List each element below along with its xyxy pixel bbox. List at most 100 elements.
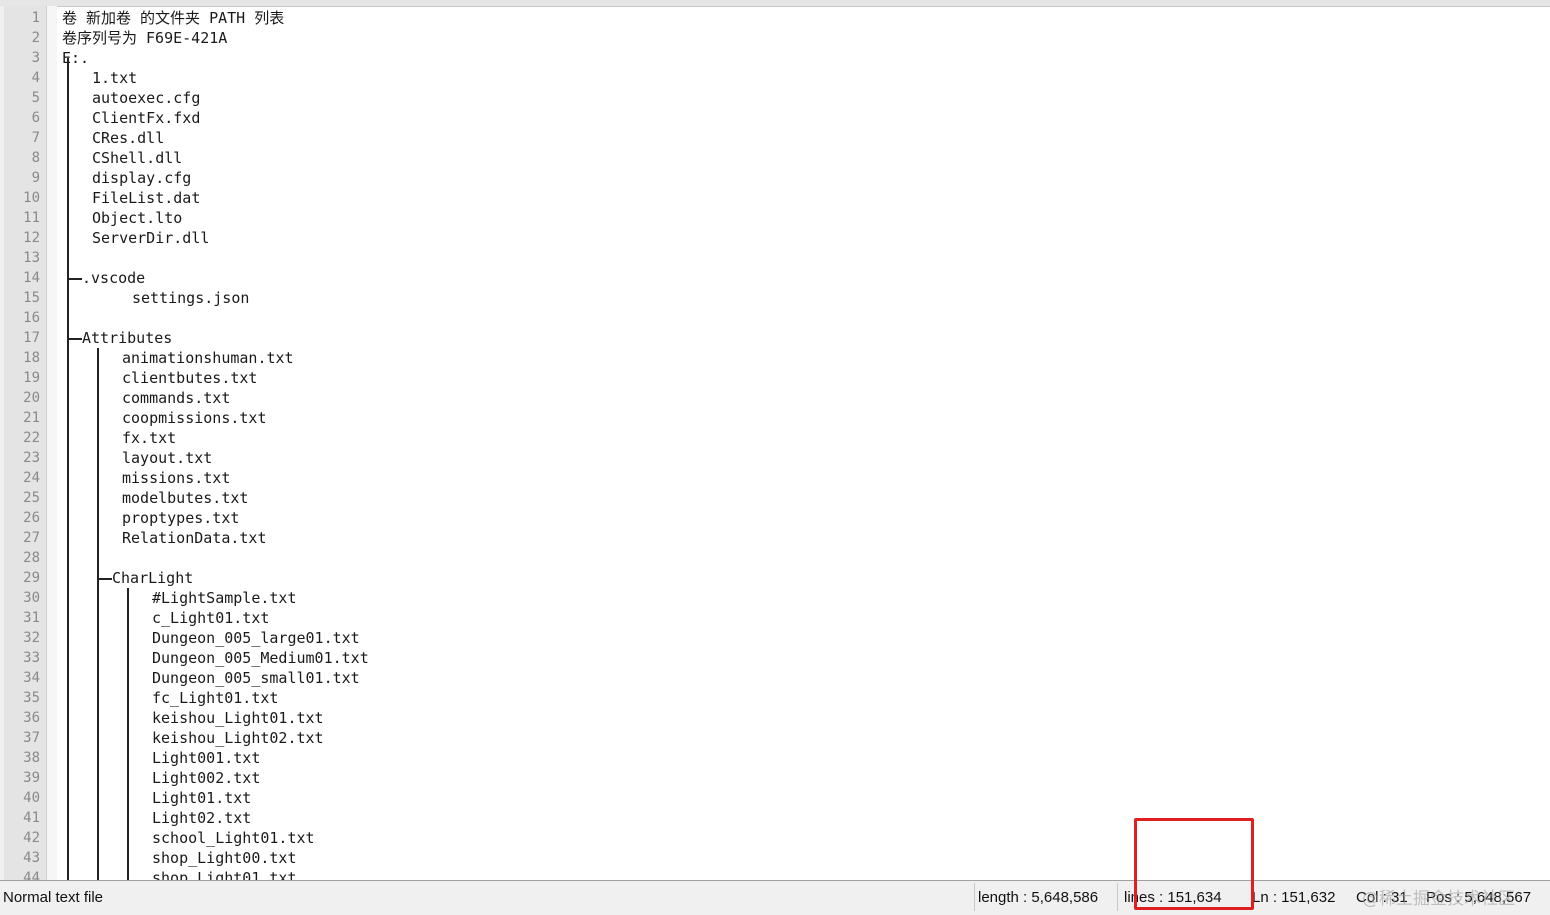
line-text[interactable]: modelbutes.txt [122, 488, 248, 508]
line-text[interactable]: FileList.dat [92, 188, 200, 208]
line-text[interactable]: Attributes [82, 328, 172, 348]
line-text[interactable]: 卷 新加卷 的文件夹 PATH 列表 [62, 8, 284, 28]
editor-line[interactable]: 33 Dungeon_005_Medium01.txt [0, 648, 1550, 668]
line-text[interactable]: animationshuman.txt [122, 348, 294, 368]
line-text[interactable]: .vscode [82, 268, 145, 288]
line-text[interactable]: school_Light01.txt [152, 828, 315, 848]
line-text[interactable]: proptypes.txt [122, 508, 239, 528]
editor-line[interactable]: 7 CRes.dll [0, 128, 1550, 148]
line-number: 43 [23, 850, 40, 866]
editor-line[interactable]: 27 RelationData.txt [0, 528, 1550, 548]
line-text[interactable]: ClientFx.fxd [92, 108, 200, 128]
line-text[interactable]: Object.lto [92, 208, 182, 228]
line-text[interactable]: #LightSample.txt [152, 588, 297, 608]
line-text[interactable]: shop_Light01.txt [152, 868, 297, 880]
editor-line[interactable]: 2 卷序列号为 F69E-421A [0, 28, 1550, 48]
editor-line[interactable]: 17 Attributes [0, 328, 1550, 348]
line-text[interactable]: 卷序列号为 F69E-421A [62, 28, 227, 48]
line-number: 1 [31, 10, 40, 26]
line-text[interactable]: autoexec.cfg [92, 88, 200, 108]
line-text[interactable]: Light002.txt [152, 768, 260, 788]
editor-line[interactable]: 35 fc_Light01.txt [0, 688, 1550, 708]
editor-line[interactable]: 44 shop_Light01.txt [0, 868, 1550, 880]
editor-line[interactable]: 43 shop_Light00.txt [0, 848, 1550, 868]
line-text[interactable]: fx.txt [122, 428, 176, 448]
editor-line[interactable]: 15 settings.json [0, 288, 1550, 308]
editor-line[interactable]: 11 Object.lto [0, 208, 1550, 228]
editor-line[interactable]: 10 FileList.dat [0, 188, 1550, 208]
editor-line[interactable]: 14 .vscode [0, 268, 1550, 288]
editor-line[interactable]: 39 Light002.txt [0, 768, 1550, 788]
editor-line[interactable]: 29 CharLight [0, 568, 1550, 588]
editor-line[interactable]: 25 modelbutes.txt [0, 488, 1550, 508]
line-number: 2 [31, 30, 40, 46]
line-text[interactable]: Light02.txt [152, 808, 251, 828]
editor-line[interactable]: 26 proptypes.txt [0, 508, 1550, 528]
line-number: 14 [23, 270, 40, 286]
editor-line[interactable]: 1 卷 新加卷 的文件夹 PATH 列表 [0, 8, 1550, 28]
line-text[interactable]: layout.txt [122, 448, 212, 468]
line-text[interactable]: keishou_Light01.txt [152, 708, 324, 728]
editor-line[interactable]: 13 [0, 248, 1550, 268]
line-number: 29 [23, 570, 40, 586]
line-number: 17 [23, 330, 40, 346]
editor-line[interactable]: 42 school_Light01.txt [0, 828, 1550, 848]
line-number: 21 [23, 410, 40, 426]
editor-line[interactable]: 3 E:. [0, 48, 1550, 68]
editor-line[interactable]: 16 [0, 308, 1550, 328]
editor-line[interactable]: 6 ClientFx.fxd [0, 108, 1550, 128]
editor-line[interactable]: 36 keishou_Light01.txt [0, 708, 1550, 728]
line-text[interactable]: Dungeon_005_small01.txt [152, 668, 360, 688]
editor-line[interactable]: 21 coopmissions.txt [0, 408, 1550, 428]
line-text[interactable]: 1.txt [92, 68, 137, 88]
line-text[interactable]: CShell.dll [92, 148, 182, 168]
editor-line[interactable]: 34 Dungeon_005_small01.txt [0, 668, 1550, 688]
status-divider [974, 883, 975, 911]
line-text[interactable]: fc_Light01.txt [152, 688, 278, 708]
editor-line[interactable]: 20 commands.txt [0, 388, 1550, 408]
editor-line[interactable]: 28 [0, 548, 1550, 568]
line-text[interactable]: clientbutes.txt [122, 368, 257, 388]
editor-line[interactable]: 8 CShell.dll [0, 148, 1550, 168]
line-text[interactable]: coopmissions.txt [122, 408, 267, 428]
line-text[interactable]: commands.txt [122, 388, 230, 408]
editor-line[interactable]: 31 c_Light01.txt [0, 608, 1550, 628]
editor-line[interactable]: 38 Light001.txt [0, 748, 1550, 768]
editor-line[interactable]: 37 keishou_Light02.txt [0, 728, 1550, 748]
line-number: 36 [23, 710, 40, 726]
line-number: 38 [23, 750, 40, 766]
editor-line[interactable]: 30 #LightSample.txt [0, 588, 1550, 608]
line-text[interactable]: ServerDir.dll [92, 228, 209, 248]
editor-line[interactable]: 12 ServerDir.dll [0, 228, 1550, 248]
line-text[interactable]: Dungeon_005_large01.txt [152, 628, 360, 648]
editor-line[interactable]: 4 1.txt [0, 68, 1550, 88]
line-text[interactable]: missions.txt [122, 468, 230, 488]
editor-line[interactable]: 40 Light01.txt [0, 788, 1550, 808]
line-number: 7 [31, 130, 40, 146]
editor-line[interactable]: 19 clientbutes.txt [0, 368, 1550, 388]
editor-line[interactable]: 24 missions.txt [0, 468, 1550, 488]
line-text[interactable]: CRes.dll [92, 128, 164, 148]
editor-line[interactable]: 32 Dungeon_005_large01.txt [0, 628, 1550, 648]
editor-line[interactable]: 41 Light02.txt [0, 808, 1550, 828]
line-text[interactable]: shop_Light00.txt [152, 848, 297, 868]
line-number: 30 [23, 590, 40, 606]
editor-line[interactable]: 9 display.cfg [0, 168, 1550, 188]
line-text[interactable]: RelationData.txt [122, 528, 267, 548]
line-text[interactable]: display.cfg [92, 168, 191, 188]
line-text[interactable]: Dungeon_005_Medium01.txt [152, 648, 369, 668]
line-text[interactable]: Light01.txt [152, 788, 251, 808]
line-text[interactable]: CharLight [112, 568, 193, 588]
line-number: 37 [23, 730, 40, 746]
editor-line[interactable]: 23 layout.txt [0, 448, 1550, 468]
editor-line[interactable]: 18 animationshuman.txt [0, 348, 1550, 368]
line-text[interactable]: Light001.txt [152, 748, 260, 768]
line-text[interactable]: c_Light01.txt [152, 608, 269, 628]
line-text[interactable]: settings.json [132, 288, 249, 308]
editor-line[interactable]: 5 autoexec.cfg [0, 88, 1550, 108]
text-editor[interactable]: 1卷 新加卷 的文件夹 PATH 列表 2 卷序列号为 F69E-421A 3 E:. 4… [0, 6, 1550, 880]
line-number: 3 [31, 50, 40, 66]
line-number: 18 [23, 350, 40, 366]
line-text[interactable]: keishou_Light02.txt [152, 728, 324, 748]
editor-line[interactable]: 22 fx.txt [0, 428, 1550, 448]
